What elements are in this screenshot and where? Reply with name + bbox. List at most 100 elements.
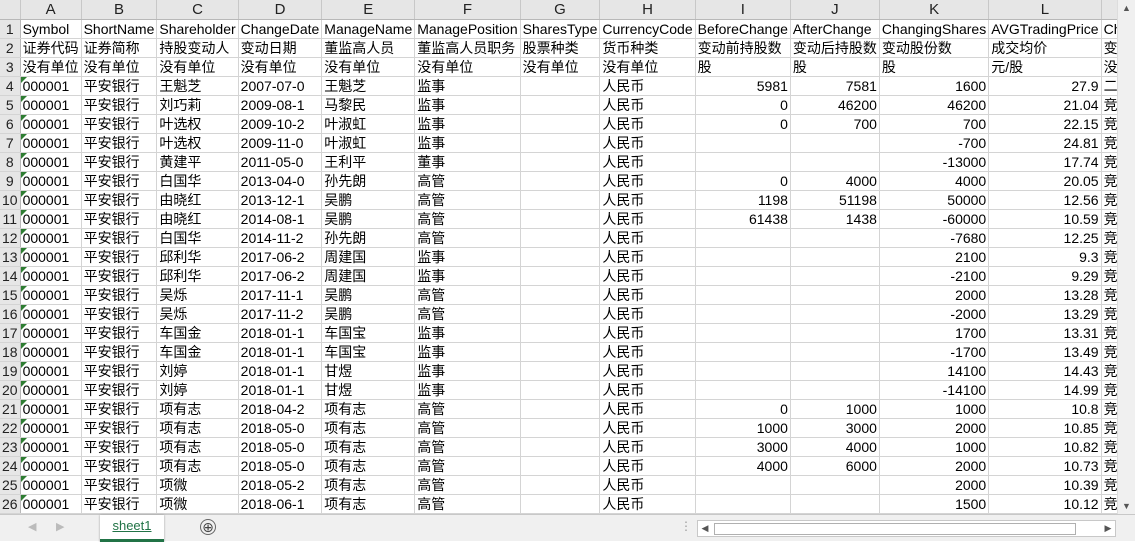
cell[interactable]: 孙先朗 xyxy=(321,228,416,248)
cell[interactable]: 1438 xyxy=(790,209,880,229)
cell[interactable]: 46200 xyxy=(790,95,880,115)
cell[interactable]: 邱利华 xyxy=(156,247,239,267)
row-header[interactable]: 2 xyxy=(0,38,21,58)
cell[interactable]: 叶选权 xyxy=(156,114,239,134)
cell[interactable]: AVGTradingPrice xyxy=(988,19,1102,39)
cell[interactable]: 叶选权 xyxy=(156,133,239,153)
scroll-right-icon[interactable]: ▶ xyxy=(1101,521,1115,536)
cell[interactable]: 董事 xyxy=(414,152,521,172)
cell[interactable] xyxy=(790,266,880,286)
cell[interactable]: 1700 xyxy=(879,323,990,343)
cell[interactable]: 14.43 xyxy=(988,361,1102,381)
cell[interactable]: 车国金 xyxy=(156,323,239,343)
cell[interactable]: 平安银行 xyxy=(81,114,158,134)
cell[interactable] xyxy=(520,114,601,134)
cell[interactable]: 平安银行 xyxy=(81,247,158,267)
cell[interactable] xyxy=(790,342,880,362)
cell[interactable]: 1000 xyxy=(879,399,990,419)
row-header[interactable]: 5 xyxy=(0,95,21,115)
cell[interactable] xyxy=(695,152,791,172)
cell[interactable] xyxy=(695,380,791,400)
cell[interactable]: 人民币 xyxy=(599,76,696,96)
row-header[interactable]: 12 xyxy=(0,228,21,248)
cell[interactable]: 项有志 xyxy=(321,456,416,476)
cell[interactable]: 000001 xyxy=(20,304,82,324)
cell[interactable]: 吴鹏 xyxy=(321,190,416,210)
cell[interactable]: 刘婷 xyxy=(156,361,239,381)
cell[interactable]: 没有单位 xyxy=(238,57,323,77)
cell[interactable]: 项有志 xyxy=(321,475,416,495)
cell[interactable]: 吴鹏 xyxy=(321,285,416,305)
cell[interactable]: 由晓红 xyxy=(156,190,239,210)
cell[interactable]: 持股变动人 xyxy=(156,38,239,58)
cell[interactable]: 吴烁 xyxy=(156,304,239,324)
row-header[interactable]: 6 xyxy=(0,114,21,134)
scroll-up-icon[interactable]: ▲ xyxy=(1118,0,1135,16)
cell[interactable]: 股票种类 xyxy=(520,38,601,58)
cell[interactable]: 高管 xyxy=(414,285,521,305)
cell[interactable]: 700 xyxy=(790,114,880,134)
row-header[interactable]: 18 xyxy=(0,342,21,362)
cell[interactable]: 24.81 xyxy=(988,133,1102,153)
cell[interactable]: 6000 xyxy=(790,456,880,476)
cell[interactable]: 12.56 xyxy=(988,190,1102,210)
cell[interactable]: 平安银行 xyxy=(81,76,158,96)
cell[interactable]: 2018-06-1 xyxy=(238,494,323,514)
column-header[interactable]: F xyxy=(414,0,521,20)
column-header[interactable]: A xyxy=(20,0,82,20)
cell[interactable]: 000001 xyxy=(20,190,82,210)
cell[interactable]: 10.85 xyxy=(988,418,1102,438)
cell[interactable]: 没有单位 xyxy=(414,57,521,77)
cell[interactable]: 人民币 xyxy=(599,399,696,419)
cell[interactable]: 高管 xyxy=(414,456,521,476)
cell[interactable]: 2017-11-2 xyxy=(238,304,323,324)
cell[interactable]: 监事 xyxy=(414,133,521,153)
cell[interactable]: 2011-05-0 xyxy=(238,152,323,172)
cell[interactable]: 2009-11-0 xyxy=(238,133,323,153)
cell[interactable]: 人民币 xyxy=(599,456,696,476)
row-header[interactable]: 26 xyxy=(0,494,21,514)
cell[interactable]: 平安银行 xyxy=(81,190,158,210)
cell[interactable]: 平安银行 xyxy=(81,380,158,400)
cell[interactable]: 刘巧莉 xyxy=(156,95,239,115)
cell[interactable]: 人民币 xyxy=(599,437,696,457)
cell[interactable]: 没有单位 xyxy=(156,57,239,77)
cell[interactable] xyxy=(695,304,791,324)
cell[interactable]: 平安银行 xyxy=(81,152,158,172)
cell[interactable]: 人民币 xyxy=(599,266,696,286)
cell[interactable]: 监事 xyxy=(414,95,521,115)
cell[interactable]: 没有单位 xyxy=(81,57,158,77)
cell[interactable]: 项有志 xyxy=(321,494,416,514)
cell[interactable]: 人民币 xyxy=(599,247,696,267)
cell[interactable]: 项有志 xyxy=(321,418,416,438)
row-header[interactable]: 21 xyxy=(0,399,21,419)
cell[interactable]: 2018-05-2 xyxy=(238,475,323,495)
cell[interactable]: 股 xyxy=(879,57,990,77)
cell[interactable]: 人民币 xyxy=(599,323,696,343)
cell[interactable]: 13.28 xyxy=(988,285,1102,305)
cell[interactable]: 高管 xyxy=(414,228,521,248)
cell[interactable]: 2014-11-2 xyxy=(238,228,323,248)
cell[interactable]: 高管 xyxy=(414,399,521,419)
cell[interactable]: 4000 xyxy=(790,437,880,457)
cell[interactable]: 人民币 xyxy=(599,171,696,191)
cell[interactable] xyxy=(520,285,601,305)
cell[interactable] xyxy=(520,152,601,172)
cell[interactable]: 3000 xyxy=(695,437,791,457)
cell[interactable]: 监事 xyxy=(414,342,521,362)
cell[interactable]: 000001 xyxy=(20,475,82,495)
cell[interactable]: 监事 xyxy=(414,361,521,381)
row-header[interactable]: 11 xyxy=(0,209,21,229)
cell[interactable]: 高管 xyxy=(414,304,521,324)
cell[interactable] xyxy=(790,361,880,381)
row-header[interactable]: 7 xyxy=(0,133,21,153)
cell[interactable]: 12.25 xyxy=(988,228,1102,248)
cell[interactable]: 平安银行 xyxy=(81,209,158,229)
row-header[interactable]: 4 xyxy=(0,76,21,96)
cell[interactable]: 平安银行 xyxy=(81,304,158,324)
cell[interactable]: 周建国 xyxy=(321,266,416,286)
cell[interactable]: 叶淑虹 xyxy=(321,133,416,153)
cell[interactable]: 成交均价 xyxy=(988,38,1102,58)
cell[interactable] xyxy=(520,342,601,362)
cell[interactable]: 人民币 xyxy=(599,152,696,172)
